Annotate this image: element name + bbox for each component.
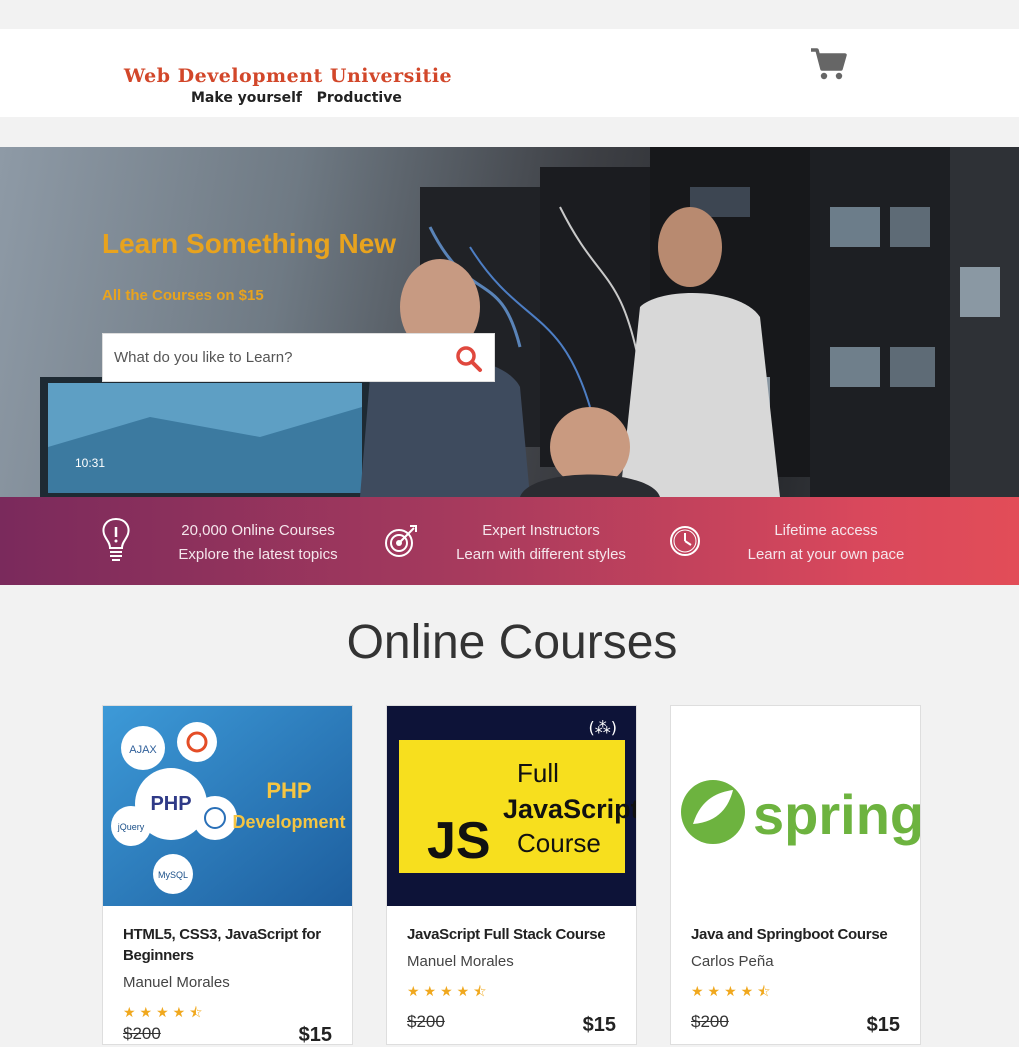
js-full-label: Full — [517, 758, 559, 788]
php-logo-label: PHP — [150, 793, 191, 815]
feature-subtitle: Learn at your own pace — [747, 546, 905, 563]
cart-icon[interactable] — [810, 47, 848, 81]
rating-stars: ★★★★⯪ — [691, 983, 775, 999]
course-title[interactable]: JavaScript Full Stack Course — [407, 924, 622, 945]
hero-banner: 10:31 Learn Something New All the Course… — [0, 147, 1019, 497]
site-header: Web Development Universitie Make yoursel… — [0, 29, 1019, 117]
js-course-label: Course — [517, 828, 601, 858]
course-title[interactable]: HTML5, CSS3, JavaScript for Beginners — [123, 924, 338, 966]
php-thumbnail-art: PHP PHP Development AJAX jQuery MySQL — [103, 706, 352, 906]
course-card[interactable]: PHP PHP Development AJAX jQuery MySQL HT… — [102, 705, 353, 1046]
search-icon[interactable] — [455, 345, 483, 373]
search-input[interactable] — [103, 334, 443, 381]
logo-title: Web Development Universitie — [123, 65, 453, 87]
feature-title: Lifetime access — [774, 522, 878, 539]
target-icon — [385, 525, 417, 557]
jquery-label: jQuery — [117, 822, 145, 832]
clock-icon — [670, 526, 700, 556]
course-thumbnail[interactable]: PHP PHP Development AJAX jQuery MySQL — [103, 706, 352, 906]
svg-text:10:31: 10:31 — [75, 456, 105, 470]
feature-title: 20,000 Online Courses — [181, 522, 335, 539]
course-author: Manuel Morales — [123, 974, 230, 991]
feature-lifetime: Lifetime access Learn at your own pace — [668, 497, 928, 585]
mysql-label: MySQL — [158, 870, 188, 880]
logo-tagline: Make yourself Productive — [191, 90, 402, 106]
feature-title: Expert Instructors — [482, 522, 600, 539]
freecodecamp-logo: (⁂) — [589, 718, 617, 737]
hero-title: Learn Something New — [102, 228, 397, 259]
original-price: $200 — [407, 1012, 445, 1031]
course-thumbnail[interactable]: JS Full JavaScript Course (⁂) — [387, 706, 636, 906]
features-strip: 20,000 Online Courses Explore the latest… — [0, 497, 1019, 585]
sale-price: $15 — [582, 1014, 616, 1036]
original-price: $200 — [123, 1024, 161, 1043]
rating-stars: ★★★★⯪ — [407, 983, 491, 999]
course-author: Carlos Peña — [691, 953, 774, 970]
course-author: Manuel Morales — [407, 953, 514, 970]
php-development-label: Development — [232, 812, 345, 832]
feature-instructors: Expert Instructors Learn with different … — [384, 497, 644, 585]
course-card[interactable]: spring Java and Springboot Course Carlos… — [670, 705, 921, 1045]
spring-logo-label: spring — [753, 783, 920, 846]
js-thumbnail-art: JS Full JavaScript Course (⁂) — [387, 706, 636, 906]
hero-subtitle: All the Courses on $15 — [102, 287, 264, 304]
sale-price: $15 — [866, 1014, 900, 1036]
sale-price: $15 — [298, 1024, 332, 1046]
feature-text: Expert Instructors Learn with different … — [456, 519, 626, 567]
hero-photo: 10:31 — [40, 147, 1019, 497]
js-javascript-label: JavaScript — [503, 794, 636, 824]
course-title[interactable]: Java and Springboot Course — [691, 924, 906, 945]
lightbulb-icon — [102, 517, 130, 561]
feature-subtitle: Learn with different styles — [456, 546, 626, 563]
spring-thumbnail-art: spring — [671, 706, 920, 906]
course-thumbnail[interactable]: spring — [671, 706, 920, 906]
php-heading-label: PHP — [266, 778, 311, 803]
feature-courses: 20,000 Online Courses Explore the latest… — [100, 497, 360, 585]
rating-stars: ★★★★⯪ — [123, 1004, 207, 1020]
original-price: $200 — [691, 1012, 729, 1031]
feature-text: 20,000 Online Courses Explore the latest… — [178, 519, 338, 567]
feature-subtitle: Explore the latest topics — [178, 546, 338, 563]
site-logo[interactable]: Web Development Universitie Make yoursel… — [123, 65, 453, 111]
section-title: Online Courses — [346, 616, 678, 669]
search-box — [102, 333, 495, 382]
js-logo-label: JS — [427, 812, 491, 870]
top-strip — [0, 0, 1019, 29]
feature-text: Lifetime access Learn at your own pace — [740, 519, 912, 567]
ajax-label: AJAX — [129, 744, 157, 756]
course-card[interactable]: JS Full JavaScript Course (⁂) JavaScript… — [386, 705, 637, 1045]
